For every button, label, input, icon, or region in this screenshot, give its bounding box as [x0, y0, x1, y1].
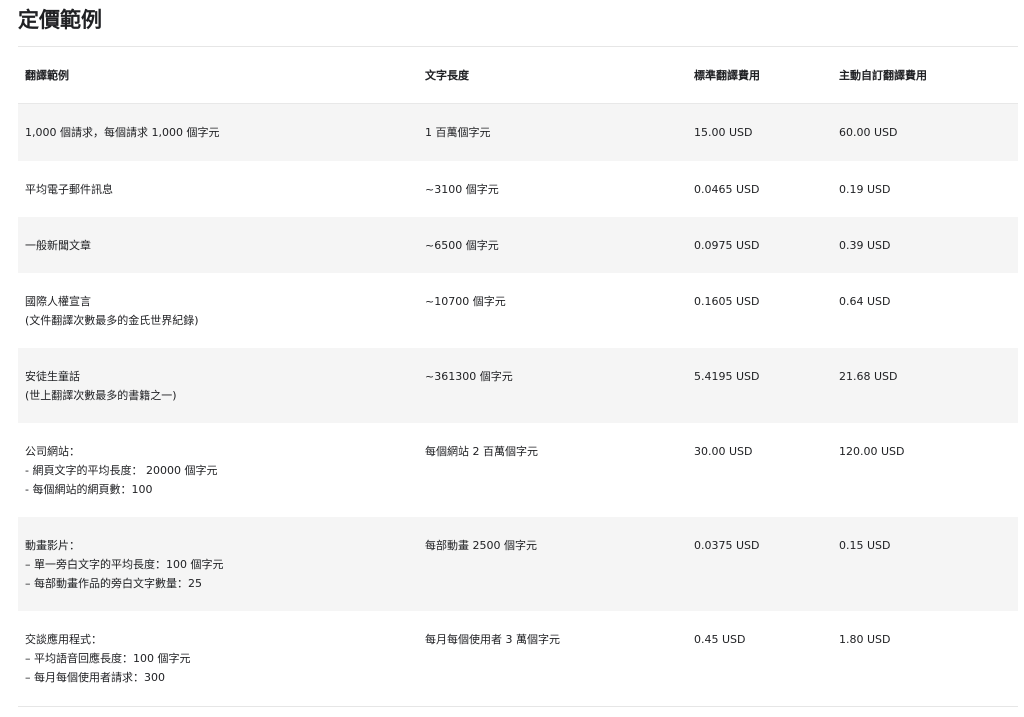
example-line: 公司網站： — [25, 444, 80, 458]
standard-cost-value: 0.1605 USD — [694, 294, 760, 308]
example-cell: 動畫影片： – 單一旁白文字的平均長度：100 個字元 – 每部動畫作品的旁白文… — [18, 516, 418, 611]
custom-cost-cell: 0.15 USD — [832, 516, 1018, 611]
page-title: 定價範例 — [18, 8, 102, 32]
example-line: 交談應用程式： — [25, 632, 102, 646]
example-cell: 1,000 個請求，每個請求 1,000 個字元 — [18, 103, 418, 161]
example-cell: 平均電子郵件訊息 — [18, 161, 418, 217]
example-line: 一般新聞文章 — [25, 238, 91, 252]
custom-cost-value: 21.68 USD — [839, 369, 898, 383]
length-cell: ~3100 個字元 — [418, 161, 687, 217]
example-line: (世上翻譯次數最多的書籍之一) — [25, 388, 177, 402]
standard-cost-cell: 15.00 USD — [687, 103, 832, 161]
standard-cost-cell: 0.45 USD — [687, 611, 832, 705]
standard-cost-cell: 0.1605 USD — [687, 273, 832, 348]
custom-cost-cell: 0.19 USD — [832, 161, 1018, 217]
example-line: 動畫影片： — [25, 538, 80, 552]
custom-cost-value: 0.19 USD — [839, 182, 891, 196]
column-header-example: 翻譯範例 — [18, 47, 418, 104]
custom-cost-cell: 1.80 USD — [832, 611, 1018, 705]
column-header-length: 文字長度 — [418, 47, 687, 104]
example-line: – 單一旁白文字的平均長度：100 個字元 — [25, 557, 224, 571]
pricing-table: 翻譯範例 文字長度 標準翻譯費用 主動自訂翻譯費用 1,000 個請求，每個請求… — [18, 47, 1018, 705]
custom-cost-value: 1.80 USD — [839, 632, 891, 646]
example-line: - 網頁文字的平均長度： 20000 個字元 — [25, 463, 218, 477]
standard-cost-cell: 30.00 USD — [687, 423, 832, 517]
custom-cost-cell: 21.68 USD — [832, 347, 1018, 423]
table-row: 交談應用程式： – 平均語音回應長度：100 個字元 – 每月每個使用者請求：3… — [18, 611, 1018, 705]
example-line: – 每月每個使用者請求：300 — [25, 670, 165, 684]
table-row: 1,000 個請求，每個請求 1,000 個字元 1 百萬個字元 15.00 U… — [18, 103, 1018, 161]
example-cell: 交談應用程式： – 平均語音回應長度：100 個字元 – 每月每個使用者請求：3… — [18, 611, 418, 705]
example-line: 1,000 個請求，每個請求 1,000 個字元 — [25, 126, 220, 139]
column-header-custom-cost: 主動自訂翻譯費用 — [832, 47, 1018, 104]
standard-cost-value: 0.0375 USD — [694, 538, 760, 552]
standard-cost-value: 0.0975 USD — [694, 238, 760, 252]
example-line: (文件翻譯次數最多的金氏世界紀錄) — [25, 313, 199, 327]
column-header-standard-cost: 標準翻譯費用 — [687, 47, 832, 104]
standard-cost-cell: 5.4195 USD — [687, 347, 832, 423]
example-line: - 每個網站的網頁數：100 — [25, 482, 153, 496]
length-cell: ~6500 個字元 — [418, 216, 687, 273]
standard-cost-value: 30.00 USD — [694, 444, 753, 458]
example-line: 安徒生童話 — [25, 369, 80, 383]
table-header-row: 翻譯範例 文字長度 標準翻譯費用 主動自訂翻譯費用 — [18, 47, 1018, 104]
table-row: 一般新聞文章 ~6500 個字元 0.0975 USD 0.39 USD — [18, 216, 1018, 273]
custom-cost-cell: 0.39 USD — [832, 216, 1018, 273]
custom-cost-value: 0.15 USD — [839, 538, 891, 552]
standard-cost-value: 0.45 USD — [694, 632, 746, 646]
length-value: ~3100 個字元 — [425, 182, 499, 196]
length-cell: 每部動畫 2500 個字元 — [418, 516, 687, 611]
length-value: 1 百萬個字元 — [425, 126, 491, 139]
example-cell: 國際人權宣言 (文件翻譯次數最多的金氏世界紀錄) — [18, 273, 418, 348]
table-row: 安徒生童話 (世上翻譯次數最多的書籍之一) ~361300 個字元 5.4195… — [18, 347, 1018, 423]
length-cell: 1 百萬個字元 — [418, 103, 687, 161]
custom-cost-value: 60.00 USD — [839, 126, 898, 139]
standard-cost-cell: 0.0465 USD — [687, 161, 832, 217]
table-bottom-divider — [18, 706, 1018, 707]
length-value: 每月每個使用者 3 萬個字元 — [425, 632, 560, 646]
custom-cost-cell: 60.00 USD — [832, 103, 1018, 161]
custom-cost-cell: 0.64 USD — [832, 273, 1018, 348]
table-row: 動畫影片： – 單一旁白文字的平均長度：100 個字元 – 每部動畫作品的旁白文… — [18, 516, 1018, 611]
example-cell: 安徒生童話 (世上翻譯次數最多的書籍之一) — [18, 347, 418, 423]
custom-cost-value: 120.00 USD — [839, 444, 905, 458]
length-cell: ~361300 個字元 — [418, 347, 687, 423]
table-row: 國際人權宣言 (文件翻譯次數最多的金氏世界紀錄) ~10700 個字元 0.16… — [18, 273, 1018, 348]
example-cell: 公司網站： - 網頁文字的平均長度： 20000 個字元 - 每個網站的網頁數：… — [18, 423, 418, 517]
length-value: ~10700 個字元 — [425, 294, 506, 308]
example-line: 平均電子郵件訊息 — [25, 182, 113, 196]
standard-cost-cell: 0.0975 USD — [687, 216, 832, 273]
length-value: 每個網站 2 百萬個字元 — [425, 444, 538, 458]
length-cell: 每個網站 2 百萬個字元 — [418, 423, 687, 517]
length-cell: ~10700 個字元 — [418, 273, 687, 348]
example-cell: 一般新聞文章 — [18, 216, 418, 273]
custom-cost-value: 0.64 USD — [839, 294, 891, 308]
length-value: ~6500 個字元 — [425, 238, 499, 252]
example-line: 國際人權宣言 — [25, 294, 91, 308]
length-value: 每部動畫 2500 個字元 — [425, 538, 537, 552]
custom-cost-value: 0.39 USD — [839, 238, 891, 252]
standard-cost-value: 0.0465 USD — [694, 182, 760, 196]
example-line: – 平均語音回應長度：100 個字元 — [25, 651, 191, 665]
custom-cost-cell: 120.00 USD — [832, 423, 1018, 517]
example-line: – 每部動畫作品的旁白文字數量：25 — [25, 576, 202, 590]
length-value: ~361300 個字元 — [425, 369, 513, 383]
table-row: 公司網站： - 網頁文字的平均長度： 20000 個字元 - 每個網站的網頁數：… — [18, 423, 1018, 517]
standard-cost-value: 5.4195 USD — [694, 369, 760, 383]
standard-cost-cell: 0.0375 USD — [687, 516, 832, 611]
standard-cost-value: 15.00 USD — [694, 126, 753, 139]
length-cell: 每月每個使用者 3 萬個字元 — [418, 611, 687, 705]
table-row: 平均電子郵件訊息 ~3100 個字元 0.0465 USD 0.19 USD — [18, 161, 1018, 217]
